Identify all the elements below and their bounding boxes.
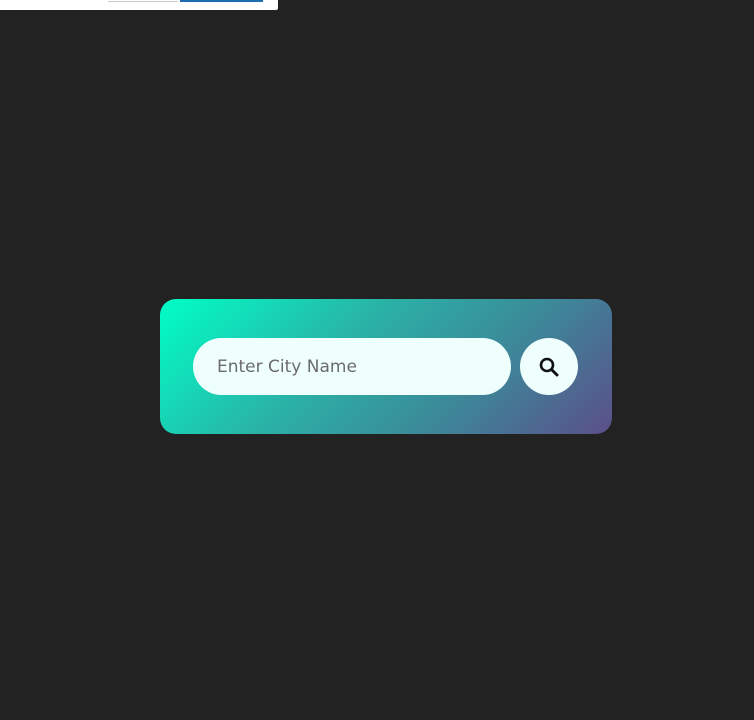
search-icon — [539, 357, 559, 377]
search-card — [160, 299, 612, 434]
top-overlay-fragment — [0, 0, 278, 10]
overlay-divider — [108, 1, 178, 2]
city-search-input[interactable] — [193, 338, 511, 395]
search-button[interactable] — [520, 338, 578, 395]
overlay-accent-bar — [180, 0, 263, 2]
